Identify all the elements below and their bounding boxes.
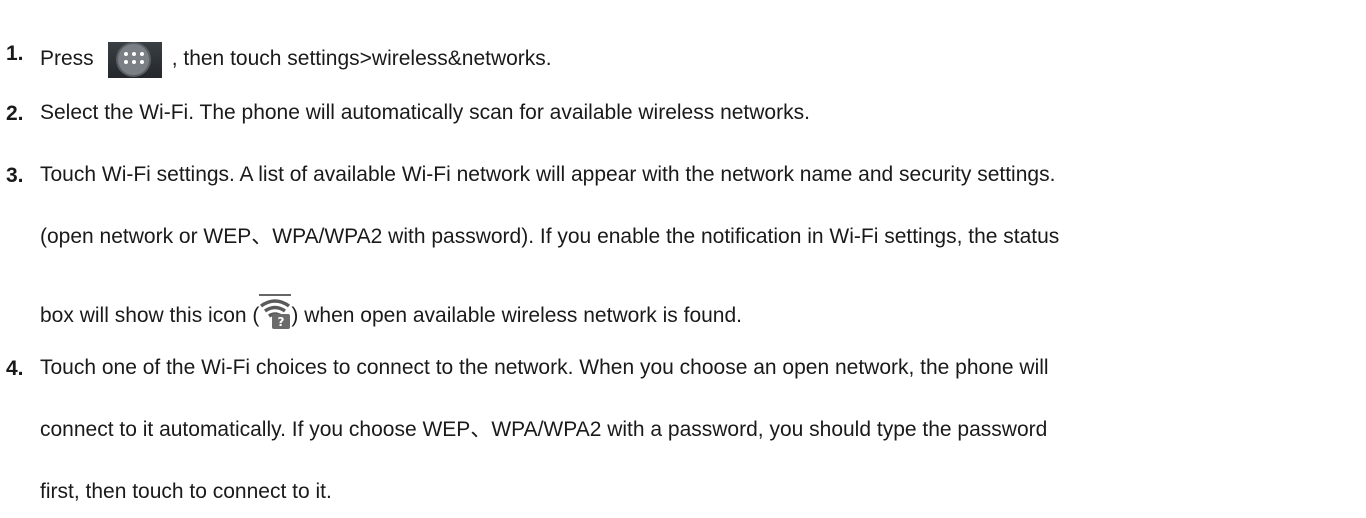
step-number: 4. xyxy=(6,357,24,380)
wifi-open-network-icon: ? xyxy=(259,294,292,330)
step-text: Press xyxy=(40,47,94,70)
apps-launcher-icon xyxy=(107,42,162,78)
step-text-line: (open network or WEP、WPA/WPA2 with passw… xyxy=(40,225,1060,248)
step-number: 3. xyxy=(6,164,24,187)
svg-text:?: ? xyxy=(278,315,285,329)
step-text-line: Press , then touch settings>wireless&netw… xyxy=(40,42,552,78)
step-number: 1. xyxy=(6,42,24,65)
step-text: , then touch settings>wireless&networks. xyxy=(171,47,552,70)
step-text-line: box will show this icon ( ? ) when open … xyxy=(40,294,742,330)
step-number: 2. xyxy=(6,102,24,125)
step-text: box will show this icon ( xyxy=(40,304,260,327)
step-text-line: Touch one of the Wi-Fi choices to connec… xyxy=(40,356,1049,379)
step-text-line: Select the Wi-Fi. The phone will automat… xyxy=(40,101,810,124)
step-text-line: connect to it automatically. If you choo… xyxy=(40,418,1048,441)
step-text-line: first, then touch to connect to it. xyxy=(40,480,332,503)
step-text: ) when open available wireless network i… xyxy=(291,304,742,327)
step-text-line: Touch Wi-Fi settings. A list of availabl… xyxy=(40,163,1056,186)
